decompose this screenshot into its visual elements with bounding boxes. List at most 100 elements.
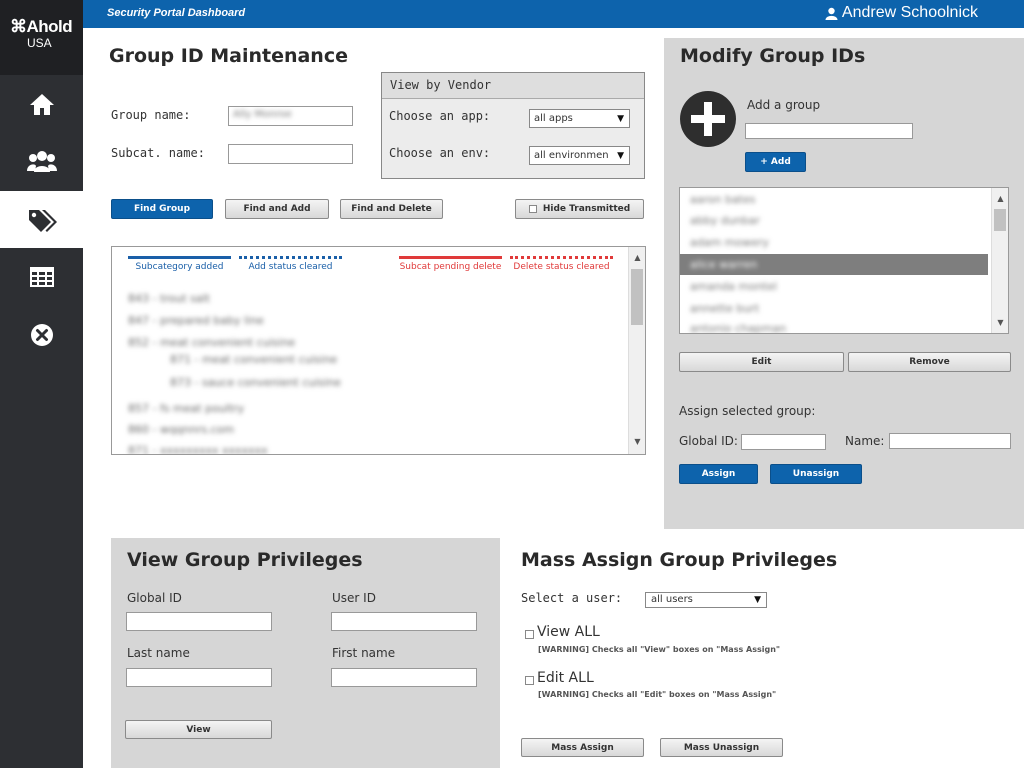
find-and-delete-button[interactable]: Find and Delete — [340, 199, 443, 219]
assign-global-id-label: Global ID: — [679, 434, 738, 448]
priv-global-id-label: Global ID — [127, 591, 182, 605]
subcategory-scrollbar[interactable]: ▲ ▼ — [628, 247, 645, 454]
edit-group-button[interactable]: Edit — [679, 352, 844, 372]
choose-app-label: Choose an app: — [389, 109, 491, 123]
group-name-input[interactable]: Ally Monroe — [228, 106, 353, 126]
logo-brand: ⌘Ahold — [10, 17, 73, 36]
choose-env-label: Choose an env: — [389, 146, 491, 160]
group-scroll-up-icon[interactable]: ▲ — [992, 190, 1008, 206]
mass-assign-button[interactable]: Mass Assign — [521, 738, 644, 757]
legend-delete-cleared-line — [510, 256, 613, 259]
tree-row[interactable]: 857 - fs meat poultry — [128, 402, 244, 415]
modify-group-title: Modify Group IDs — [680, 45, 866, 67]
assign-selected-group-label: Assign selected group: — [679, 404, 816, 418]
subcategory-list[interactable]: Subcategory added Add status cleared Sub… — [111, 246, 646, 455]
legend-subcategory-added: Subcategory added — [135, 262, 224, 272]
priv-first-name-input[interactable] — [331, 668, 477, 687]
group-name-label: Group name: — [111, 108, 191, 122]
view-privileges-button[interactable]: View — [125, 720, 272, 739]
view-privileges-title: View Group Privileges — [127, 549, 363, 571]
user-menu[interactable]: Andrew Schoolnick — [825, 4, 978, 22]
app-select[interactable]: all apps ▼ — [529, 109, 630, 128]
legend-delete-status-cleared: Delete status cleared — [513, 262, 610, 272]
select-user-label: Select a user: — [521, 591, 623, 605]
sidebar-item-table[interactable] — [0, 248, 83, 305]
group-scroll-thumb[interactable] — [994, 209, 1006, 231]
view-by-vendor-title: View by Vendor — [390, 78, 492, 92]
priv-global-id-input[interactable] — [126, 612, 272, 631]
scroll-thumb[interactable] — [631, 269, 643, 325]
sidebar-item-tags[interactable] — [0, 191, 83, 248]
hide-transmitted-button[interactable]: Hide Transmitted — [515, 199, 644, 219]
remove-group-button[interactable]: Remove — [848, 352, 1011, 372]
sidebar-item-users[interactable] — [0, 132, 83, 189]
add-group-input[interactable] — [745, 123, 913, 139]
portal-title: Security Portal Dashboard — [107, 7, 246, 19]
users-icon — [26, 150, 57, 172]
tree-row[interactable]: 873 - sauce convenient cuisine — [170, 376, 341, 389]
top-bar: Security Portal Dashboard Andrew Schooln… — [83, 0, 1024, 28]
add-group-label: Add a group — [747, 98, 821, 112]
sidebar-item-home[interactable] — [0, 75, 83, 132]
ahold-logo[interactable]: ⌘Ahold USA — [0, 0, 83, 75]
assign-button[interactable]: Assign — [679, 464, 758, 484]
hide-transmitted-label: Hide Transmitted — [542, 204, 631, 214]
list-item[interactable]: antonio chapman — [680, 318, 988, 333]
list-item[interactable]: aaron bates — [680, 189, 988, 210]
find-and-add-button[interactable]: Find and Add — [225, 199, 329, 219]
view-all-checkbox[interactable] — [525, 630, 534, 639]
list-item[interactable]: amanda montel — [680, 276, 988, 297]
edit-all-label: Edit ALL — [537, 670, 594, 686]
edit-all-warning: [WARNING] Checks all "Edit" boxes on "Ma… — [538, 690, 777, 699]
scroll-down-arrow-icon[interactable]: ▼ — [629, 433, 645, 449]
close-circle-icon — [30, 323, 53, 346]
logo-sub: USA — [27, 36, 52, 50]
subcat-name-input[interactable] — [228, 144, 353, 164]
legend-add-status-cleared: Add status cleared — [248, 262, 333, 272]
assign-name-label: Name: — [845, 434, 885, 448]
scroll-up-arrow-icon[interactable]: ▲ — [629, 249, 645, 265]
mass-unassign-button[interactable]: Mass Unassign — [660, 738, 783, 757]
hide-transmitted-checkbox[interactable] — [528, 205, 537, 213]
env-select[interactable]: all environmen ▼ — [529, 146, 630, 165]
list-item[interactable]: adam mowery — [680, 232, 988, 253]
user-name: Andrew Schoolnick — [841, 4, 978, 21]
unassign-button[interactable]: Unassign — [770, 464, 862, 484]
assign-global-id-input[interactable] — [741, 434, 826, 450]
view-all-warning: [WARNING] Checks all "View" boxes on "Ma… — [538, 645, 781, 654]
tree-row[interactable]: 843 - trout salt — [128, 292, 210, 305]
mass-assign-title: Mass Assign Group Privileges — [521, 549, 838, 571]
assign-name-input[interactable] — [889, 433, 1011, 449]
group-list-scrollbar[interactable]: ▲ ▼ — [991, 188, 1008, 333]
list-item[interactable]: annette burt — [680, 298, 988, 319]
edit-all-checkbox[interactable] — [525, 676, 534, 685]
tree-row[interactable]: 852 - meat convenient cuisine — [128, 336, 295, 349]
group-maintenance-title: Group ID Maintenance — [109, 45, 348, 67]
tree-row[interactable]: 871 - meat convenient cuisine — [170, 353, 337, 366]
priv-last-name-input[interactable] — [126, 668, 272, 687]
group-scroll-down-icon[interactable]: ▼ — [992, 314, 1008, 330]
tree-row[interactable]: 871 - xxxxxxxxx xxxxxxx — [128, 444, 268, 454]
home-icon — [29, 93, 54, 115]
legend-add-cleared-line — [239, 256, 342, 259]
sidebar-item-close[interactable] — [0, 306, 83, 363]
group-list[interactable]: aaron bates abby dunbar adam mowery alic… — [679, 187, 1009, 334]
priv-user-id-label: User ID — [332, 591, 376, 605]
sidebar: ⌘Ahold USA — [0, 0, 83, 768]
priv-user-id-input[interactable] — [331, 612, 477, 631]
app-select-chevron-icon: ▼ — [617, 114, 624, 124]
list-item[interactable]: abby dunbar — [680, 210, 988, 231]
tree-row[interactable]: 860 - wqqnnrs.com — [128, 423, 234, 436]
priv-first-name-label: First name — [332, 646, 396, 660]
user-icon — [825, 7, 838, 20]
add-group-plus-icon[interactable] — [680, 91, 736, 147]
select-user-chevron-icon: ▼ — [754, 595, 761, 605]
tree-row[interactable]: 847 - prepared baby line — [128, 314, 264, 327]
select-user-dropdown[interactable]: all users ▼ — [645, 592, 767, 608]
list-item-selected[interactable]: alice warren — [680, 254, 988, 275]
add-group-button[interactable]: + Add — [745, 152, 806, 172]
legend-subcat-pending-delete: Subcat pending delete — [399, 262, 502, 272]
priv-last-name-label: Last name — [127, 646, 190, 660]
table-icon — [29, 266, 54, 287]
find-group-button[interactable]: Find Group — [111, 199, 213, 219]
